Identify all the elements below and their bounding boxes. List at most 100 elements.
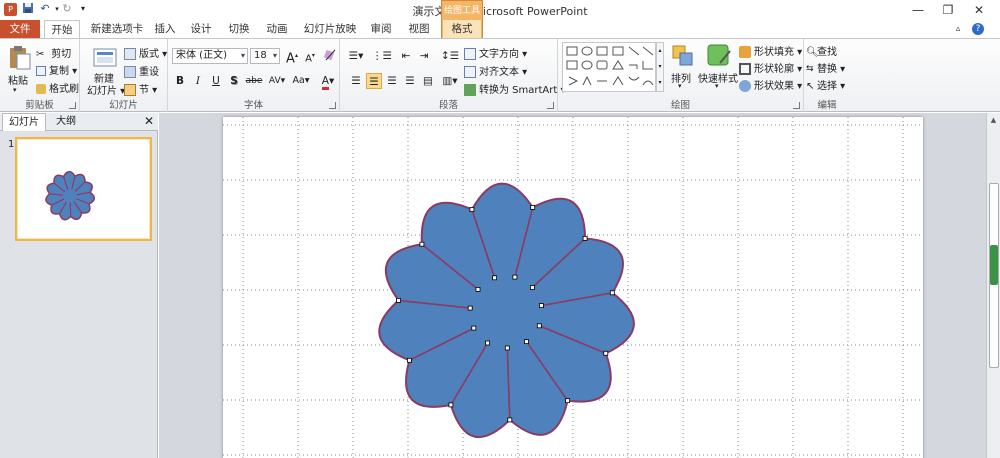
clipboard-launcher-icon[interactable] — [69, 102, 76, 109]
cut-label: 剪切 — [51, 49, 72, 60]
char-spacing-button[interactable]: AV▾ — [266, 73, 288, 89]
edit-point-handle — [565, 398, 570, 404]
underline-button[interactable]: U — [208, 73, 224, 89]
reset-button[interactable]: 重设 — [124, 63, 159, 78]
replace-icon: ⇆ — [806, 64, 814, 74]
format-painter-button[interactable]: 格式刷 — [36, 80, 79, 95]
edit-point-handle — [407, 357, 412, 363]
thumbnail-flower-shape — [45, 170, 96, 221]
smartart-button[interactable]: 转换为 SmartArt ▾ — [464, 81, 566, 96]
layout-icon — [124, 48, 136, 60]
tab-insert[interactable]: 插入 — [152, 20, 178, 38]
distribute-icon[interactable]: ▤ — [420, 73, 436, 89]
tab-slideshow[interactable]: 幻灯片放映 — [300, 20, 360, 38]
justify-icon[interactable]: ☰ — [402, 73, 418, 89]
shape-outline-button[interactable]: 形状轮廓 ▾ — [739, 60, 802, 75]
edit-point-handle — [467, 305, 473, 311]
help-icon[interactable]: ? — [972, 23, 984, 35]
shape-fill-button[interactable]: 形状填充 ▾ — [739, 43, 802, 58]
find-button[interactable]: 🔍︎查找 — [806, 43, 837, 59]
section-button[interactable]: 节 ▾ — [124, 81, 157, 96]
close-panel-icon[interactable]: ✕ — [144, 114, 154, 128]
strikethrough-button[interactable]: abe — [244, 73, 264, 89]
tab-transitions[interactable]: 切换 — [224, 20, 254, 38]
tab-view[interactable]: 视图 — [404, 20, 434, 38]
text-direction-button[interactable]: 文字方向 ▾ — [464, 45, 527, 60]
align-right-icon[interactable]: ☰ — [384, 73, 400, 89]
quick-styles-icon[interactable] — [706, 43, 732, 69]
title-bar: P ↶ ▾ ↻ ▾ 演示文稿1-Microsoft PowerPoint — ❐… — [0, 0, 1000, 20]
window-title: 演示文稿1-Microsoft PowerPoint — [0, 3, 1000, 19]
tab-home[interactable]: 开始 — [44, 20, 80, 38]
decrease-indent-icon[interactable]: ⇤ — [398, 48, 414, 64]
tab-review[interactable]: 审阅 — [366, 20, 396, 38]
copy-button[interactable]: 复制 ▾ — [36, 62, 77, 77]
replace-label: 替换 — [817, 64, 837, 75]
slide[interactable] — [223, 117, 923, 458]
shapes-more-icon[interactable]: ▴ ▾ ▾ — [656, 42, 664, 92]
tab-new-tab[interactable]: 新建选项卡 — [86, 20, 148, 38]
shapes-gallery-icon[interactable] — [562, 42, 656, 92]
edit-point-handle — [603, 350, 609, 356]
shrink-font-button[interactable]: A▾ — [302, 48, 318, 64]
edit-point-handle — [492, 275, 498, 281]
cut-button[interactable]: ✂ 剪切 — [36, 45, 72, 61]
paste-dropdown-icon[interactable]: ▾ — [13, 86, 17, 94]
font-name-dropdown-icon: ▾ — [240, 51, 245, 60]
align-text-button[interactable]: 对齐文本 ▾ — [464, 63, 527, 78]
font-color-button[interactable]: A▾ — [318, 73, 338, 90]
shape-effects-button[interactable]: 形状效果 ▾ — [739, 77, 802, 92]
align-text-label: 对齐文本 — [479, 67, 519, 78]
text-direction-icon — [464, 48, 476, 60]
minimize-icon[interactable]: — — [903, 0, 933, 20]
arrange-dropdown-icon[interactable]: ▾ — [678, 82, 682, 90]
flower-shape[interactable] — [223, 117, 923, 458]
align-text-icon — [464, 66, 476, 78]
context-group-label: 绘图工具 — [443, 6, 480, 16]
font-group-label: 字体 — [243, 100, 263, 111]
edit-point-handle — [512, 274, 518, 280]
close-icon[interactable]: ✕ — [964, 0, 994, 20]
replace-button[interactable]: ⇆ 替换 ▾ — [806, 60, 845, 75]
layout-button[interactable]: 版式 ▾ — [124, 45, 167, 60]
vertical-scrollbar[interactable]: ▲ — [986, 113, 1000, 458]
increase-indent-icon[interactable]: ⇥ — [416, 48, 432, 64]
tab-animations[interactable]: 动画 — [262, 20, 292, 38]
outline-icon — [739, 63, 751, 75]
slide-thumbnail[interactable] — [15, 137, 152, 241]
bullets-icon[interactable]: ☰▾ — [346, 48, 366, 64]
change-case-button[interactable]: Aa▾ — [290, 73, 312, 89]
new-slide-icon[interactable] — [92, 44, 118, 70]
tab-slides[interactable]: 幻灯片 — [2, 113, 46, 131]
font-launcher-icon[interactable] — [329, 102, 336, 109]
tab-design[interactable]: 设计 — [186, 20, 216, 38]
quick-styles-dropdown-icon[interactable]: ▾ — [715, 82, 719, 90]
grow-font-button[interactable]: A▴ — [284, 48, 300, 66]
select-button[interactable]: ↖ 选择 ▾ — [806, 77, 845, 93]
ribbon-collapse-icon[interactable]: ▵ — [950, 20, 966, 38]
new-slide-label-2[interactable]: 幻灯片 ▾ — [87, 82, 125, 97]
font-name-combo[interactable]: 宋体 (正文) ▾ — [172, 48, 248, 64]
paste-icon[interactable] — [7, 44, 33, 70]
italic-button[interactable]: I — [190, 73, 206, 89]
paragraph-launcher-icon[interactable] — [547, 102, 554, 109]
font-size-combo[interactable]: 18 ▾ — [250, 48, 280, 64]
numbering-icon[interactable]: ⋮☰ — [372, 48, 392, 64]
bold-button[interactable]: B — [172, 73, 188, 89]
fill-icon — [739, 46, 751, 58]
align-left-icon[interactable]: ☰ — [348, 73, 364, 89]
tab-outline[interactable]: 大纲 — [50, 113, 82, 131]
arrange-icon[interactable] — [670, 43, 696, 69]
paste-label[interactable]: 粘贴 — [8, 72, 28, 87]
restore-icon[interactable]: ❐ — [933, 0, 963, 20]
align-center-icon[interactable]: ☰ — [366, 73, 382, 89]
scrollbar-zoom-grip[interactable] — [990, 245, 998, 285]
scroll-up-icon[interactable]: ▲ — [987, 113, 1000, 127]
line-spacing-icon[interactable]: ↕☰ — [440, 48, 460, 64]
clear-formatting-icon[interactable] — [322, 48, 338, 64]
tab-file[interactable]: 文件 — [0, 20, 40, 38]
tab-format[interactable]: 格式 — [442, 20, 482, 38]
columns-icon[interactable]: ▥▾ — [440, 73, 460, 89]
drawing-launcher-icon[interactable] — [793, 102, 800, 109]
shadow-button[interactable]: S — [226, 73, 242, 89]
